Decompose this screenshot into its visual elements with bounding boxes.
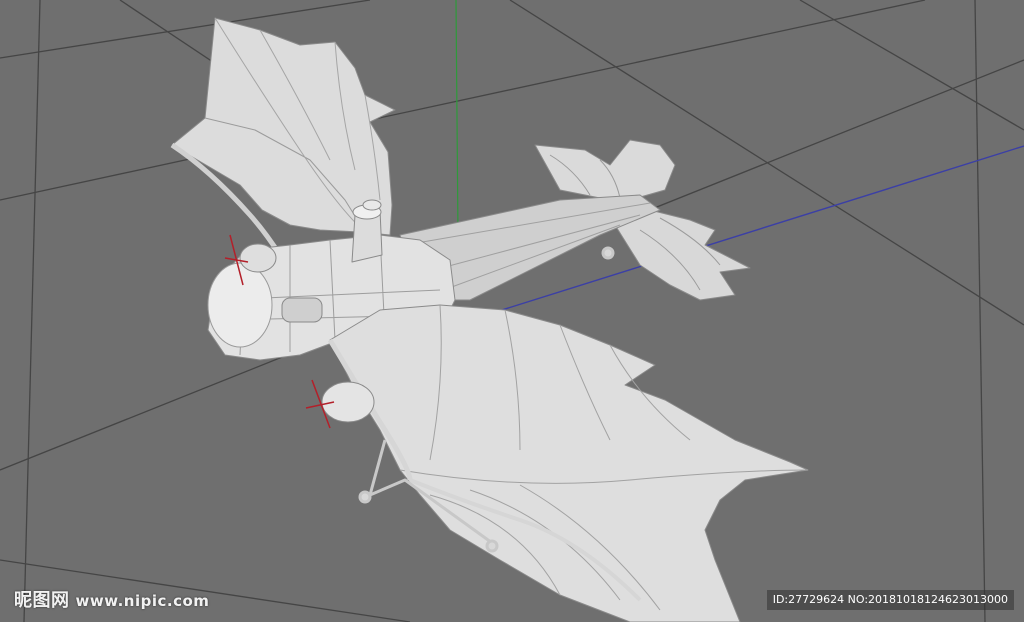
watermark-logo: 昵图网 xyxy=(14,590,70,611)
airship-model[interactable] xyxy=(170,17,809,622)
smokestack xyxy=(351,199,383,263)
right-wing-lower xyxy=(327,304,809,622)
3d-viewport[interactable]: 昵图网 www.nipic.com ID:27729624 NO:20181018… xyxy=(0,0,1024,622)
watermark-site: www.nipic.com xyxy=(75,592,210,610)
viewport-canvas[interactable] xyxy=(0,0,1024,622)
rear-wing-upper xyxy=(534,139,676,201)
nipic-watermark: 昵图网 www.nipic.com xyxy=(14,586,209,612)
rear-wing-lower xyxy=(614,209,751,301)
y-axis-line xyxy=(455,0,459,236)
image-id-label: ID:27729624 NO:20181018124623013000 xyxy=(766,590,1014,610)
